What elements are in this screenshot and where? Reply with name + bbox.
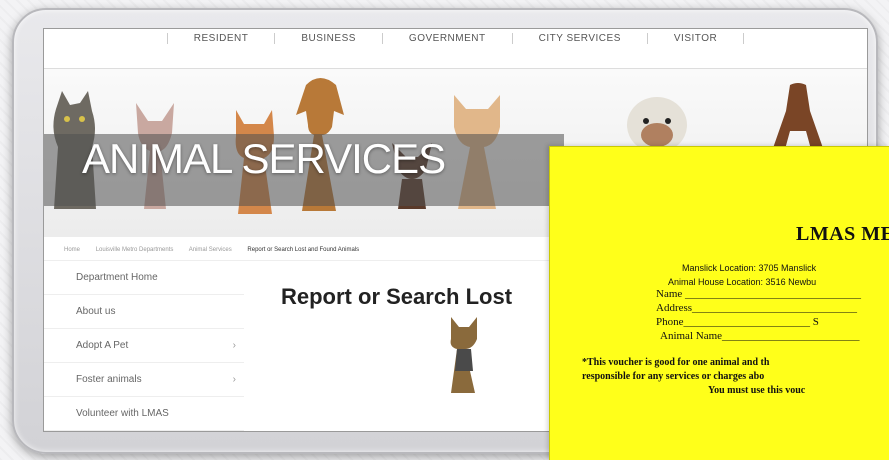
nav-business[interactable]: BUSINESS — [275, 33, 383, 44]
chevron-right-icon: › — [232, 374, 236, 385]
sidebar-item-adopt-a-pet[interactable]: Adopt A Pet › — [44, 329, 244, 363]
voucher-title: LMAS ME — [796, 223, 889, 245]
nav-city-services[interactable]: CITY SERVICES — [513, 33, 648, 44]
voucher-field-name: Name ________________________________ — [656, 288, 862, 300]
voucher-note-line3: You must use this vouc — [708, 385, 806, 396]
breadcrumb-animal-services[interactable]: Animal Services — [189, 247, 232, 253]
page-title: Report or Search Lost — [281, 284, 513, 309]
chevron-right-icon: › — [232, 340, 236, 351]
nav-government[interactable]: GOVERNMENT — [383, 33, 513, 44]
nav-visitor[interactable]: VISITOR — [648, 33, 745, 44]
breadcrumb-departments[interactable]: Louisville Metro Departments — [96, 247, 174, 253]
sidebar: Department Home About us Adopt A Pet › F… — [44, 261, 244, 431]
voucher-field-address: Address______________________________ — [656, 302, 858, 314]
voucher-location-animal-house: Animal House Location: 3516 Newbu — [668, 277, 817, 287]
sidebar-item-foster-animals[interactable]: Foster animals › — [44, 363, 244, 397]
voucher-location-manslick: Manslick Location: 3705 Manslick — [682, 263, 817, 273]
yorkie-dog-image — [450, 317, 477, 393]
voucher-field-phone: Phone_______________________ S — [656, 316, 819, 328]
sidebar-item-label: Adopt A Pet — [76, 340, 129, 351]
sidebar-item-label: Department Home — [76, 272, 158, 283]
breadcrumb-home[interactable]: Home — [64, 247, 80, 253]
voucher-field-animal-name: Animal Name_________________________ — [660, 330, 860, 342]
nav-resident[interactable]: RESIDENT — [166, 33, 276, 44]
breadcrumb-current: Report or Search Lost and Found Animals — [247, 247, 360, 253]
sidebar-item-label: Foster animals — [76, 374, 142, 385]
top-navigation: RESIDENT BUSINESS GOVERNMENT CITY SERVIC… — [44, 29, 867, 69]
sidebar-item-department-home[interactable]: Department Home — [44, 261, 244, 295]
sidebar-item-volunteer[interactable]: Volunteer with LMAS — [44, 397, 244, 431]
voucher-flyer: LMAS ME Manslick Location: 3705 Manslick… — [549, 146, 889, 460]
voucher-note-line2: responsible for any services or charges … — [582, 371, 765, 382]
voucher-note-line1: *This voucher is good for one animal and… — [582, 357, 770, 368]
sidebar-item-about-us[interactable]: About us — [44, 295, 244, 329]
hero-title: ANIMAL SERVICES — [82, 135, 446, 182]
sidebar-item-label: About us — [76, 306, 116, 317]
sidebar-item-label: Volunteer with LMAS — [76, 408, 169, 419]
